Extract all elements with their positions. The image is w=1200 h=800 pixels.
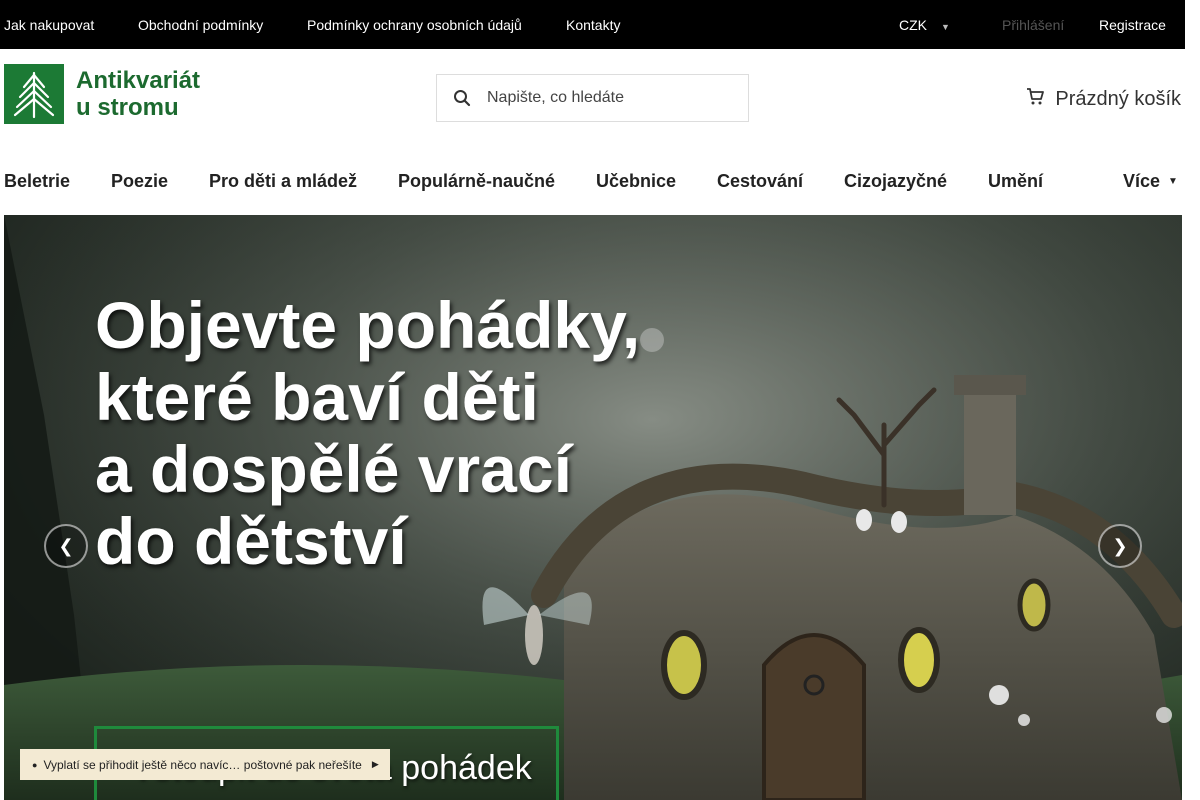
carousel-prev-button[interactable]: ❮ bbox=[44, 524, 88, 568]
top-bar: Jak nakupovat Obchodní podmínky Podmínky… bbox=[0, 0, 1185, 49]
nav-more-label: Více bbox=[1123, 171, 1161, 191]
nav-item-poezie[interactable]: Poezie bbox=[111, 171, 168, 192]
link-jak-nakupovat[interactable]: Jak nakupovat bbox=[4, 17, 94, 33]
search-input[interactable] bbox=[487, 89, 727, 107]
nav-more-button[interactable]: Více ▼ bbox=[1123, 171, 1178, 192]
hero-title-line-4: do dětství bbox=[95, 504, 407, 578]
search-box bbox=[436, 74, 749, 122]
info-icon: ● bbox=[32, 759, 38, 770]
main-nav: Beletrie Poezie Pro děti a mládež Populá… bbox=[0, 168, 1185, 194]
nav-item-popularne-naucne[interactable]: Populárně-naučné bbox=[398, 171, 555, 192]
site-logo[interactable]: Antikvariát u stromu bbox=[4, 64, 200, 124]
nav-item-umeni[interactable]: Umění bbox=[988, 171, 1043, 192]
link-ochrana-udaju[interactable]: Podmínky ochrany osobních údajů bbox=[307, 17, 522, 33]
shipping-notice[interactable]: ● Vyplatí se přihodit ještě něco navíc… … bbox=[20, 749, 390, 780]
login-link[interactable]: Přihlášení bbox=[1002, 17, 1064, 33]
nav-item-cizojazycne[interactable]: Cizojazyčné bbox=[844, 171, 947, 192]
carousel-next-button[interactable]: ❯ bbox=[1098, 524, 1142, 568]
chevron-left-icon: ❮ bbox=[58, 535, 74, 556]
logo-line-1: Antikvariát bbox=[76, 67, 201, 94]
chevron-down-icon: ▼ bbox=[1168, 176, 1178, 187]
search-icon[interactable] bbox=[437, 89, 487, 107]
logo-text: Antikvariát u stromu bbox=[76, 67, 200, 121]
hero-banner[interactable]: Objevte pohádky, které baví děti a dospě… bbox=[4, 215, 1182, 800]
hero-title-line-3: a dospělé vrací bbox=[95, 432, 572, 506]
shipping-notice-text: Vyplatí se přihodit ještě něco navíc… po… bbox=[43, 757, 362, 772]
link-kontakty[interactable]: Kontakty bbox=[566, 17, 620, 33]
chevron-right-icon: ❯ bbox=[1112, 535, 1128, 556]
cart-button[interactable]: Prázdný košík bbox=[1025, 86, 1181, 112]
nav-item-pro-deti[interactable]: Pro děti a mládež bbox=[209, 171, 357, 192]
hero-title-line-1: Objevte pohádky, bbox=[95, 288, 641, 362]
chevron-down-icon: ▼ bbox=[941, 21, 950, 32]
hero-title-line-2: které baví děti bbox=[95, 360, 539, 434]
nav-item-cestovani[interactable]: Cestování bbox=[717, 171, 803, 192]
nav-item-beletrie[interactable]: Beletrie bbox=[4, 171, 70, 192]
link-obchodni-podminky[interactable]: Obchodní podmínky bbox=[138, 17, 263, 33]
tree-logo-icon bbox=[4, 64, 64, 124]
logo-line-2: u stromu bbox=[76, 94, 179, 121]
register-link[interactable]: Registrace bbox=[1099, 17, 1166, 33]
cart-icon bbox=[1025, 86, 1045, 112]
cart-label: Prázdný košík bbox=[1055, 87, 1181, 110]
hero-title: Objevte pohádky, které baví děti a dospě… bbox=[95, 289, 640, 577]
nav-item-ucebnice[interactable]: Učebnice bbox=[596, 171, 676, 192]
currency-select[interactable]: CZK ▼ bbox=[899, 17, 950, 33]
currency-value: CZK bbox=[899, 17, 927, 33]
chevron-right-icon: ▶ bbox=[371, 759, 379, 769]
